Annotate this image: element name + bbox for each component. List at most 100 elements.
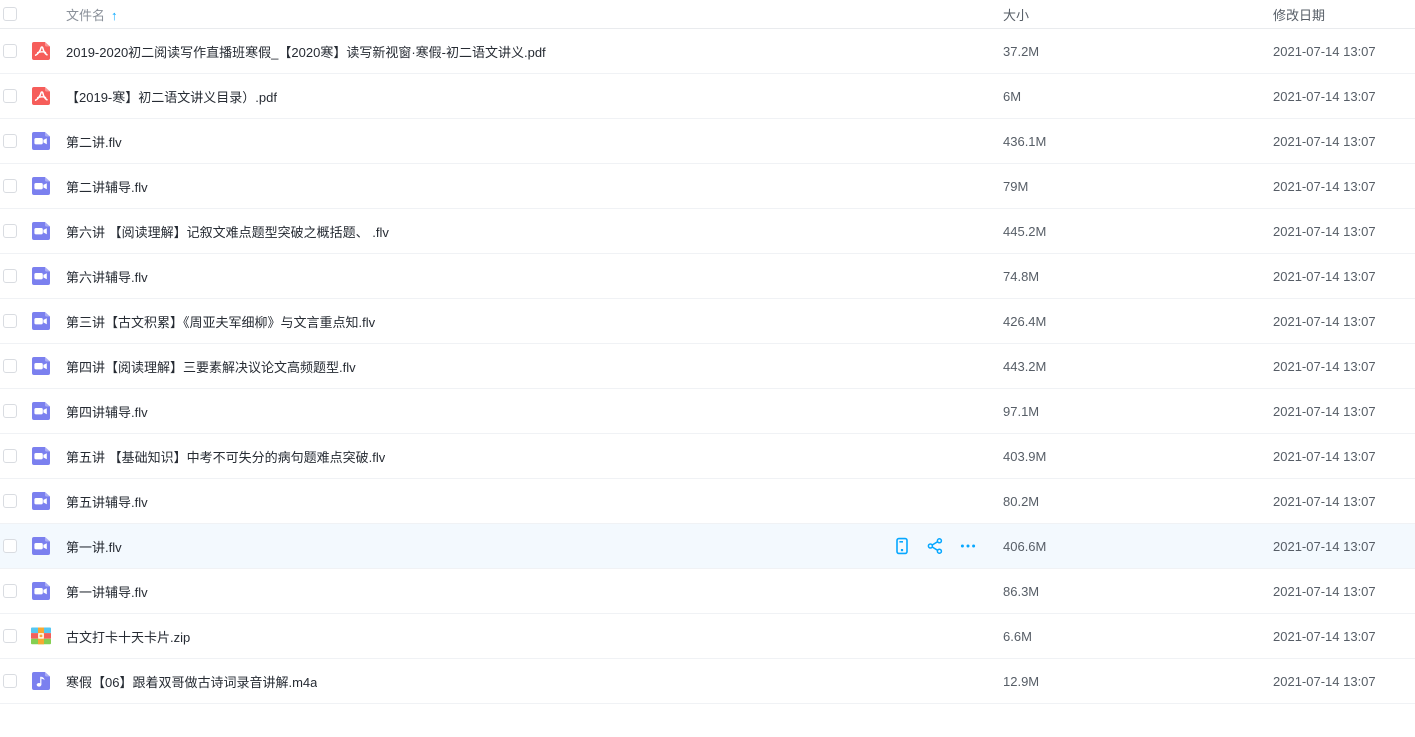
- file-size: 403.9M: [1003, 449, 1273, 464]
- table-row[interactable]: 第六讲 【阅读理解】记叙文难点题型突破之概括题、 .flv 445.2M 202…: [0, 209, 1415, 254]
- file-name-link[interactable]: 第四讲【阅读理解】三要素解决议论文高频题型.flv: [66, 357, 356, 376]
- file-size: 406.6M: [1003, 539, 1273, 554]
- header-size-label[interactable]: 大小: [1003, 5, 1273, 24]
- row-checkbox[interactable]: [3, 449, 17, 463]
- save-to-phone-icon[interactable]: [893, 537, 911, 555]
- file-date: 2021-07-14 13:07: [1273, 314, 1415, 329]
- table-row[interactable]: 第六讲辅导.flv 74.8M 2021-07-14 13:07: [0, 254, 1415, 299]
- file-name-link[interactable]: 古文打卡十天卡片.zip: [66, 627, 190, 646]
- file-date: 2021-07-14 13:07: [1273, 179, 1415, 194]
- row-actions: [893, 537, 977, 555]
- row-checkbox[interactable]: [3, 269, 17, 283]
- file-name-link[interactable]: 第二讲辅导.flv: [66, 177, 148, 196]
- table-row[interactable]: 2019-2020初二阅读写作直播班寒假_【2020寒】读写新视窗·寒假-初二语…: [0, 29, 1415, 74]
- file-date: 2021-07-14 13:07: [1273, 269, 1415, 284]
- video-file-icon: [30, 536, 66, 556]
- file-size: 445.2M: [1003, 224, 1273, 239]
- pdf-file-icon: [30, 86, 66, 106]
- row-checkbox[interactable]: [3, 404, 17, 418]
- file-name-link[interactable]: 第六讲 【阅读理解】记叙文难点题型突破之概括题、 .flv: [66, 222, 389, 241]
- file-name-link[interactable]: 2019-2020初二阅读写作直播班寒假_【2020寒】读写新视窗·寒假-初二语…: [66, 42, 546, 61]
- table-row[interactable]: 第一讲.flv 406.6M 2021-07-14 13:07: [0, 524, 1415, 569]
- file-size: 79M: [1003, 179, 1273, 194]
- file-size: 74.8M: [1003, 269, 1273, 284]
- sort-ascending-icon[interactable]: ↑: [111, 8, 118, 23]
- audio-file-icon: [30, 671, 66, 691]
- video-file-icon: [30, 491, 66, 511]
- file-name-link[interactable]: 第一讲辅导.flv: [66, 582, 148, 601]
- file-date: 2021-07-14 13:07: [1273, 44, 1415, 59]
- header-name-cell: 文件名 ↑: [66, 5, 1003, 24]
- row-checkbox[interactable]: [3, 629, 17, 643]
- file-date: 2021-07-14 13:07: [1273, 584, 1415, 599]
- file-name-link[interactable]: 第二讲.flv: [66, 132, 122, 151]
- file-name-link[interactable]: 寒假【06】跟着双哥做古诗词录音讲解.m4a: [66, 672, 317, 691]
- video-file-icon: [30, 131, 66, 151]
- file-size: 80.2M: [1003, 494, 1273, 509]
- row-checkbox[interactable]: [3, 89, 17, 103]
- more-icon[interactable]: [959, 537, 977, 555]
- file-date: 2021-07-14 13:07: [1273, 224, 1415, 239]
- file-list: 2019-2020初二阅读写作直播班寒假_【2020寒】读写新视窗·寒假-初二语…: [0, 29, 1415, 704]
- table-row[interactable]: 第三讲【古文积累】《周亚夫军细柳》与文言重点知.flv 426.4M 2021-…: [0, 299, 1415, 344]
- file-table: 文件名 ↑ 大小 修改日期 2019-2020初二阅读写作直播班寒假_【2020寒…: [0, 0, 1415, 704]
- video-file-icon: [30, 446, 66, 466]
- file-size: 6.6M: [1003, 629, 1273, 644]
- table-row[interactable]: 第五讲辅导.flv 80.2M 2021-07-14 13:07: [0, 479, 1415, 524]
- share-icon[interactable]: [926, 537, 944, 555]
- file-name-link[interactable]: 【2019-寒】初二语文讲义目录）.pdf: [66, 87, 277, 106]
- file-name-link[interactable]: 第一讲.flv: [66, 537, 122, 556]
- file-size: 426.4M: [1003, 314, 1273, 329]
- table-row[interactable]: 第四讲【阅读理解】三要素解决议论文高频题型.flv 443.2M 2021-07…: [0, 344, 1415, 389]
- row-checkbox[interactable]: [3, 359, 17, 373]
- table-row[interactable]: 【2019-寒】初二语文讲义目录）.pdf 6M 2021-07-14 13:0…: [0, 74, 1415, 119]
- video-file-icon: [30, 176, 66, 196]
- zip-file-icon: [30, 626, 66, 646]
- file-date: 2021-07-14 13:07: [1273, 494, 1415, 509]
- table-row[interactable]: 第二讲辅导.flv 79M 2021-07-14 13:07: [0, 164, 1415, 209]
- header-name-label[interactable]: 文件名: [66, 8, 105, 23]
- row-checkbox[interactable]: [3, 44, 17, 58]
- video-file-icon: [30, 266, 66, 286]
- file-date: 2021-07-14 13:07: [1273, 404, 1415, 419]
- file-size: 37.2M: [1003, 44, 1273, 59]
- file-date: 2021-07-14 13:07: [1273, 629, 1415, 644]
- video-file-icon: [30, 356, 66, 376]
- file-date: 2021-07-14 13:07: [1273, 449, 1415, 464]
- row-checkbox[interactable]: [3, 134, 17, 148]
- row-checkbox[interactable]: [3, 674, 17, 688]
- video-file-icon: [30, 401, 66, 421]
- file-date: 2021-07-14 13:07: [1273, 134, 1415, 149]
- file-name-link[interactable]: 第四讲辅导.flv: [66, 402, 148, 421]
- table-row[interactable]: 古文打卡十天卡片.zip 6.6M 2021-07-14 13:07: [0, 614, 1415, 659]
- video-file-icon: [30, 581, 66, 601]
- file-name-link[interactable]: 第五讲辅导.flv: [66, 492, 148, 511]
- table-row[interactable]: 第四讲辅导.flv 97.1M 2021-07-14 13:07: [0, 389, 1415, 434]
- row-checkbox[interactable]: [3, 224, 17, 238]
- pdf-file-icon: [30, 41, 66, 61]
- row-checkbox[interactable]: [3, 584, 17, 598]
- file-size: 97.1M: [1003, 404, 1273, 419]
- file-size: 436.1M: [1003, 134, 1273, 149]
- table-header: 文件名 ↑ 大小 修改日期: [0, 0, 1415, 29]
- table-row[interactable]: 第二讲.flv 436.1M 2021-07-14 13:07: [0, 119, 1415, 164]
- header-date-label[interactable]: 修改日期: [1273, 5, 1415, 24]
- file-name-link[interactable]: 第六讲辅导.flv: [66, 267, 148, 286]
- file-size: 443.2M: [1003, 359, 1273, 374]
- video-file-icon: [30, 311, 66, 331]
- row-checkbox[interactable]: [3, 179, 17, 193]
- table-row[interactable]: 寒假【06】跟着双哥做古诗词录音讲解.m4a 12.9M 2021-07-14 …: [0, 659, 1415, 704]
- file-size: 86.3M: [1003, 584, 1273, 599]
- file-name-link[interactable]: 第三讲【古文积累】《周亚夫军细柳》与文言重点知.flv: [66, 312, 375, 331]
- file-size: 12.9M: [1003, 674, 1273, 689]
- file-date: 2021-07-14 13:07: [1273, 674, 1415, 689]
- row-checkbox[interactable]: [3, 494, 17, 508]
- file-date: 2021-07-14 13:07: [1273, 539, 1415, 554]
- row-checkbox[interactable]: [3, 314, 17, 328]
- row-checkbox[interactable]: [3, 539, 17, 553]
- select-all-checkbox[interactable]: [3, 7, 17, 21]
- table-row[interactable]: 第五讲 【基础知识】中考不可失分的病句题难点突破.flv 403.9M 2021…: [0, 434, 1415, 479]
- video-file-icon: [30, 221, 66, 241]
- table-row[interactable]: 第一讲辅导.flv 86.3M 2021-07-14 13:07: [0, 569, 1415, 614]
- file-name-link[interactable]: 第五讲 【基础知识】中考不可失分的病句题难点突破.flv: [66, 447, 385, 466]
